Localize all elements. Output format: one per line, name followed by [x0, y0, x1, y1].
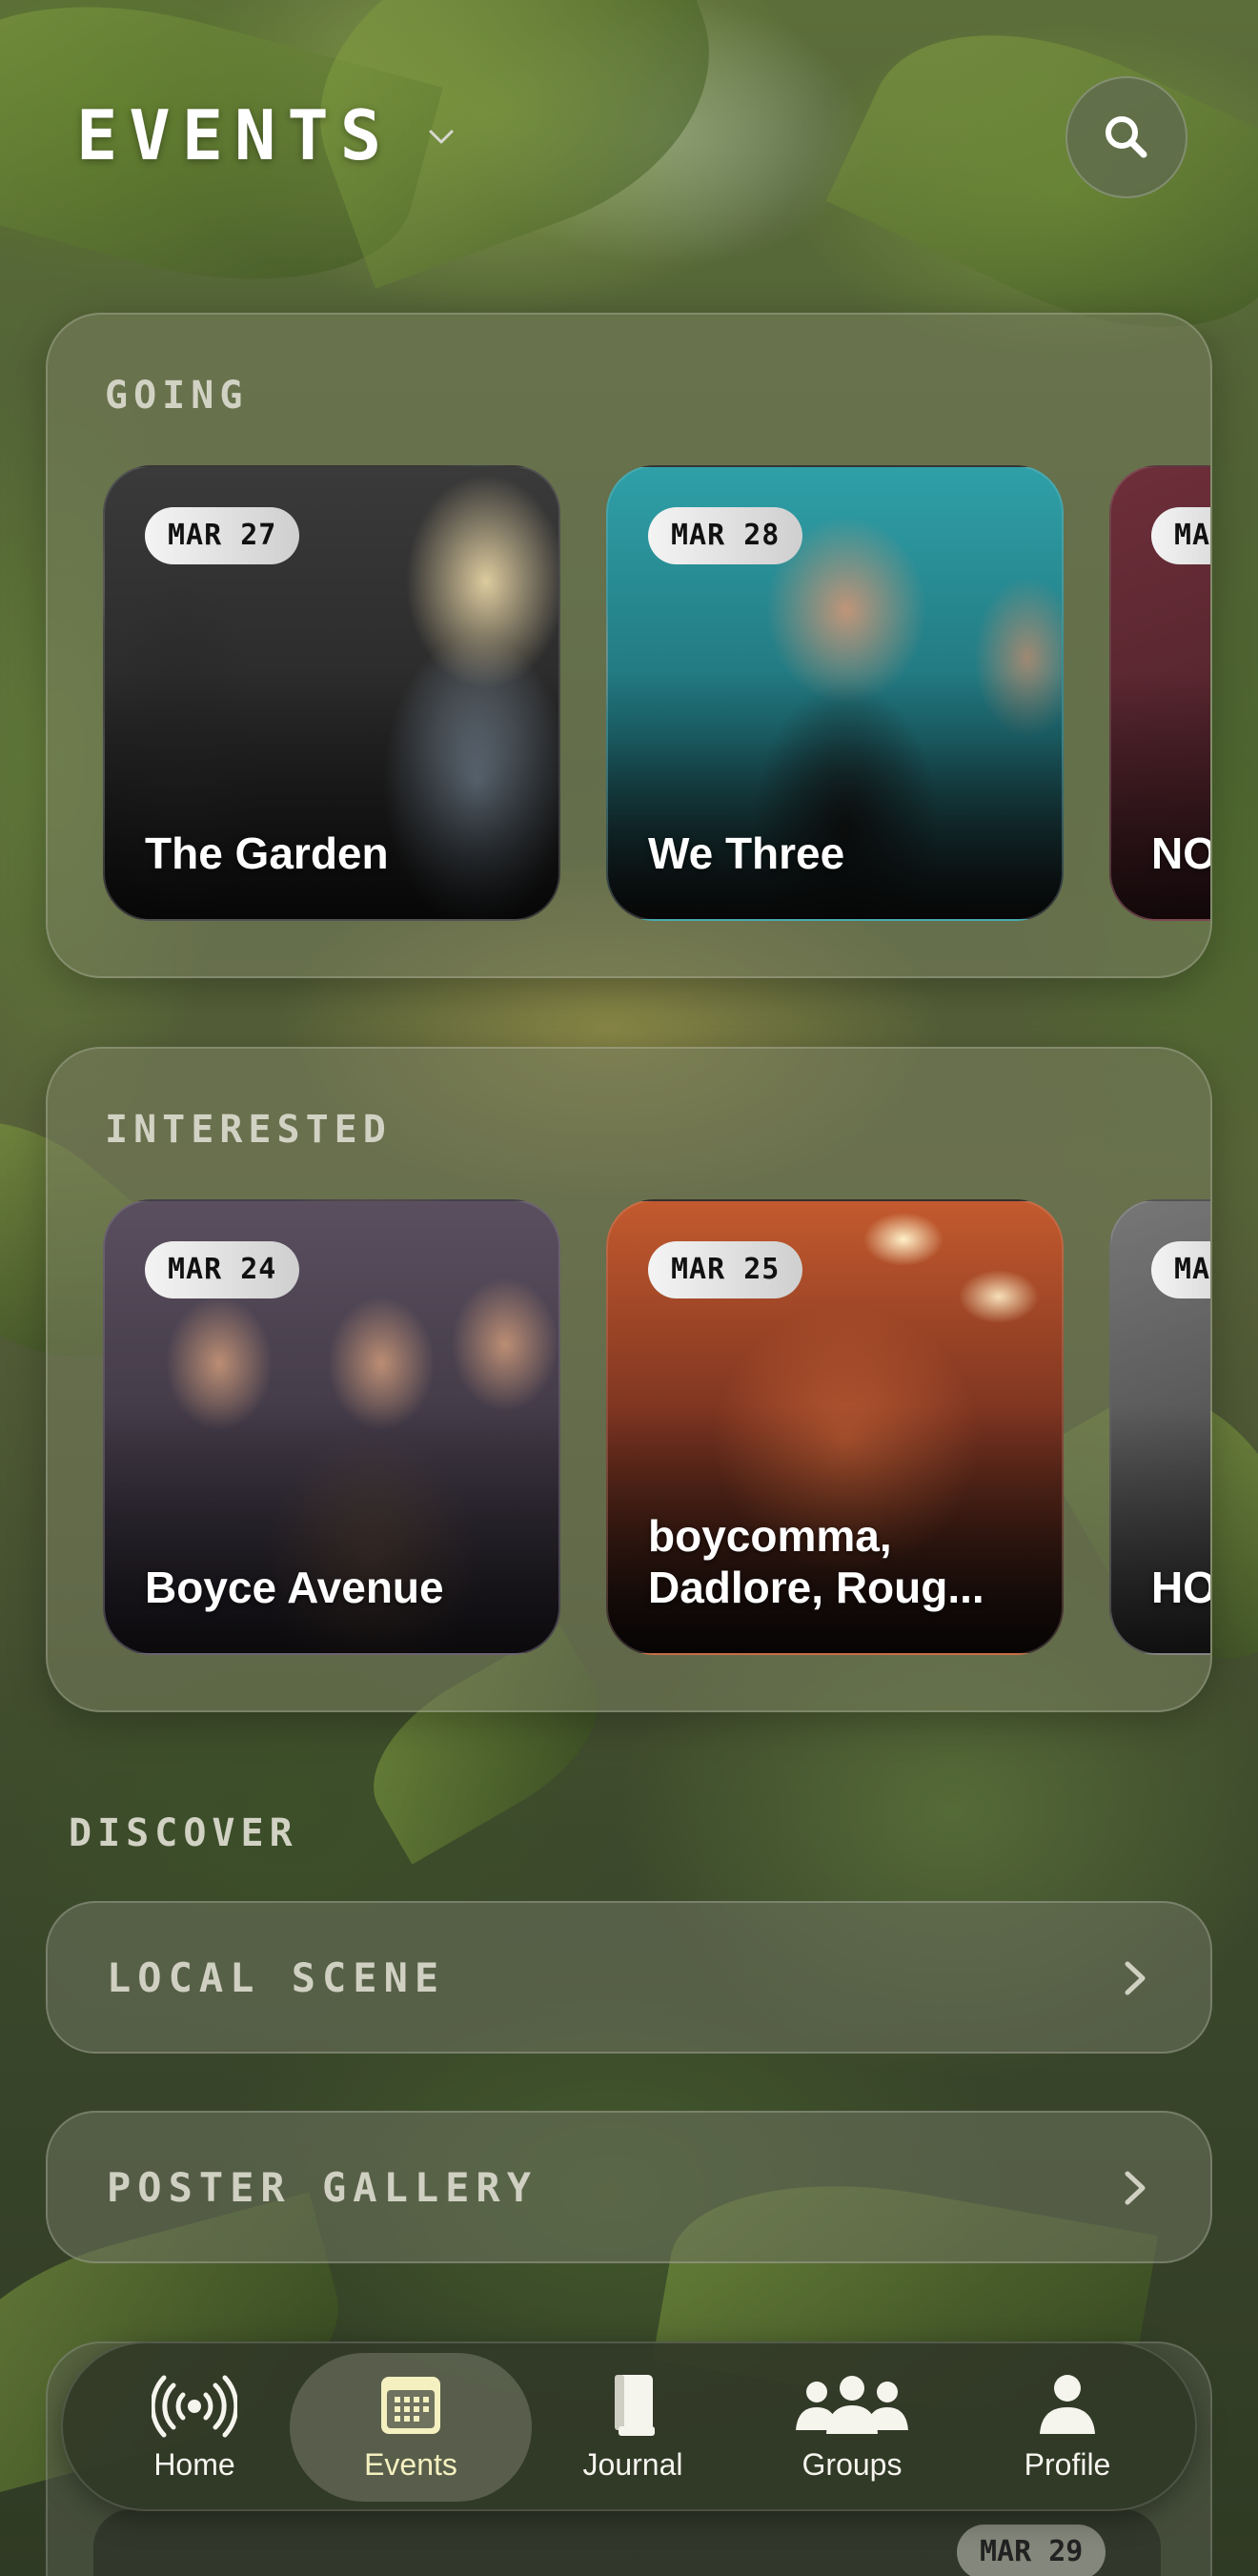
search-icon: [1106, 116, 1147, 158]
date-badge: MAR 28: [648, 507, 803, 564]
calendar-icon: [381, 2376, 440, 2434]
interested-section: INTERESTED MAR 24 Boyce Avenue MAR 25 bo…: [46, 1047, 1212, 1712]
date-badge: MAR: [1151, 1241, 1210, 1298]
broadcast-icon: [152, 2375, 237, 2437]
tab-label: Journal: [582, 2446, 683, 2482]
event-card[interactable]: MAR HO: [1109, 1199, 1212, 1655]
bottom-tab-bar: Home Events Journal Groups Profile: [61, 2341, 1197, 2511]
chevron-right-icon: [1125, 2171, 1146, 2205]
chevron-right-icon: [1125, 1961, 1146, 1995]
book-icon: [615, 2374, 655, 2436]
tab-label: Profile: [1024, 2446, 1111, 2482]
page-title[interactable]: EVENTS: [76, 95, 393, 175]
people-icon: [796, 2375, 908, 2434]
section-label-going: GOING: [105, 374, 249, 418]
poster-gallery-button[interactable]: POSTER GALLERY: [46, 2111, 1212, 2263]
event-title: boycomma, Dadlore, Roug...: [648, 1511, 984, 1612]
going-section: GOING MAR 27 The Garden MAR 28 We Three …: [46, 313, 1212, 978]
event-title: The Garden: [145, 828, 389, 878]
tab-groups[interactable]: Groups: [747, 2353, 957, 2502]
tab-events[interactable]: Events: [290, 2353, 532, 2502]
tab-profile[interactable]: Profile: [963, 2353, 1172, 2502]
event-card[interactable]: MAR 24 Boyce Avenue: [103, 1199, 560, 1655]
row-label: LOCAL SCENE: [107, 1954, 446, 2001]
event-title: Boyce Avenue: [145, 1563, 444, 1612]
date-badge: MAR: [1151, 507, 1210, 564]
date-badge: MAR 27: [145, 507, 300, 564]
search-button[interactable]: [1065, 76, 1187, 198]
tab-label: Home: [153, 2446, 235, 2482]
date-badge: MAR 24: [145, 1241, 300, 1298]
local-scene-button[interactable]: LOCAL SCENE: [46, 1901, 1212, 2054]
event-title: NO: [1151, 828, 1212, 878]
section-label-discover: DISCOVER: [69, 1811, 298, 1855]
row-label: POSTER GALLERY: [107, 2164, 538, 2211]
section-label-interested: INTERESTED: [105, 1108, 392, 1152]
tab-home[interactable]: Home: [90, 2353, 299, 2502]
date-badge: MAR 25: [648, 1241, 803, 1298]
event-card[interactable]: MAR 27 The Garden: [103, 465, 560, 921]
event-card[interactable]: MAR NO: [1109, 465, 1212, 921]
event-title: We Three: [648, 828, 845, 878]
date-badge: MAR 29: [957, 2525, 1106, 2576]
event-card[interactable]: MAR 28 We Three: [606, 465, 1064, 921]
event-card[interactable]: MAR 25 boycomma, Dadlore, Roug...: [606, 1199, 1064, 1655]
event-title: HO: [1151, 1563, 1212, 1612]
tab-label: Groups: [801, 2446, 903, 2482]
tab-label: Events: [364, 2446, 457, 2482]
chevron-down-icon[interactable]: [427, 122, 456, 151]
tab-journal[interactable]: Journal: [528, 2353, 738, 2502]
person-icon: [1040, 2374, 1095, 2434]
